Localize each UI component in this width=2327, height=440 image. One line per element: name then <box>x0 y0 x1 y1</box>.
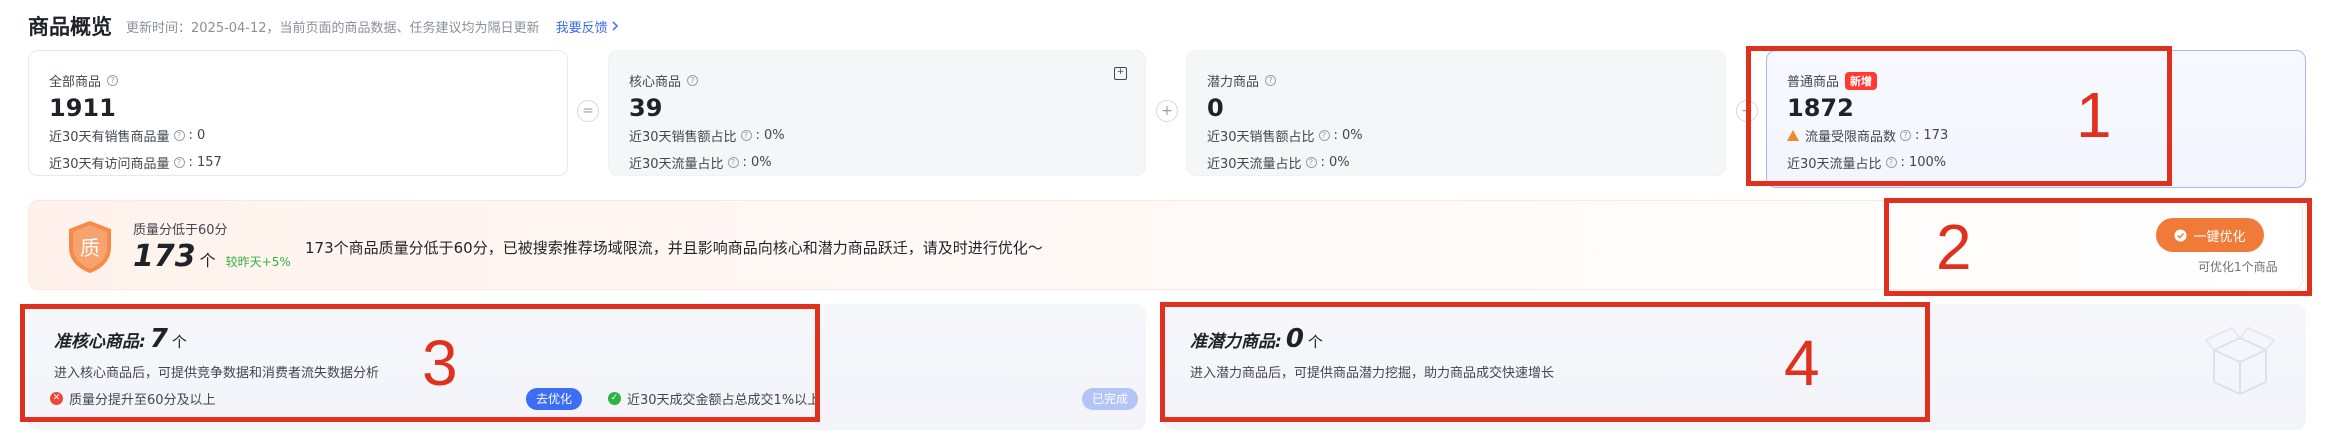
row-value: 0% <box>750 155 772 170</box>
empty-box-illustration <box>2204 326 2276 396</box>
help-icon[interactable]: ? <box>173 130 185 141</box>
quality-count: 173 个 较昨天+5% <box>133 239 291 274</box>
quality-delta: 较昨天+5% <box>225 255 291 269</box>
card-row: 近30天流量占比 ? : 0% <box>629 155 772 172</box>
row-label: 近30天销售额占比 <box>629 130 737 145</box>
annotation-number-2: 2 <box>1936 211 1972 283</box>
card-label-text: 潜力商品 <box>1207 75 1260 90</box>
row-value: 157 <box>196 155 222 170</box>
feedback-link[interactable]: 我要反馈 <box>556 17 619 36</box>
row-value: 0% <box>763 128 785 143</box>
card-potential-products[interactable]: 潜力商品 ? 0 近30天销售额占比 ? : 0% 近30天流量占比 ? : 0… <box>1186 50 1726 176</box>
update-time-text: 更新时间：2025-04-12，当前页面的商品数据、任务建议均为隔日更新 <box>126 20 540 36</box>
card-label: 核心商品 ? <box>629 71 1125 90</box>
completed-badge: 已完成 <box>1082 388 1139 410</box>
card-row: 近30天有销售商品量 ? : 0 <box>49 128 206 145</box>
help-icon[interactable]: ? <box>1318 130 1330 141</box>
card-row: 近30天销售额占比 ? : 0% <box>629 128 785 145</box>
annotation-number-1: 1 <box>2076 79 2112 151</box>
row-label: 近30天有访问商品量 <box>49 157 170 172</box>
chevron-right-icon <box>612 21 618 31</box>
card-all-products[interactable]: 全部商品 ? 1911 近30天有销售商品量 ? : 0 近30天有访问商品量 … <box>28 50 568 176</box>
card-label: 潜力商品 ? <box>1207 71 1705 90</box>
card-value: 0 <box>1207 94 1224 122</box>
help-icon[interactable]: ? <box>727 157 739 168</box>
shield-char: 质 <box>80 236 100 260</box>
row-label: 近30天流量占比 <box>1207 157 1302 172</box>
quality-count-unit: 个 <box>199 251 216 270</box>
help-icon[interactable]: ? <box>1265 75 1277 86</box>
help-icon[interactable]: ? <box>687 75 699 86</box>
help-icon[interactable]: ? <box>1305 157 1317 168</box>
card-label: 全部商品 ? <box>49 71 547 90</box>
card-row: 近30天销售额占比 ? : 0% <box>1207 128 1363 145</box>
row-value: 0% <box>1328 155 1350 170</box>
row-label: 近30天流量占比 <box>629 157 724 172</box>
annotation-box-3 <box>20 304 820 422</box>
help-icon[interactable]: ? <box>107 75 119 86</box>
row-value: 0 <box>196 128 206 143</box>
row-label: 近30天销售额占比 <box>1207 130 1315 145</box>
quality-label: 质量分低于60分 <box>133 223 228 238</box>
card-row: 近30天有访问商品量 ? : 157 <box>49 155 222 172</box>
page-title: 商品概览 <box>28 15 112 39</box>
help-icon[interactable]: ? <box>173 157 185 168</box>
card-value: 1911 <box>49 94 116 122</box>
card-core-products[interactable]: 核心商品 ? + 39 近30天销售额占比 ? : 0% 近30天流量占比 ? … <box>608 50 1146 176</box>
row-value: 0% <box>1341 128 1363 143</box>
expand-icon[interactable]: + <box>1114 67 1127 80</box>
help-icon[interactable]: ? <box>740 130 752 141</box>
card-label-text: 核心商品 <box>629 75 682 90</box>
card-label-text: 全部商品 <box>49 75 102 90</box>
page-header: 商品概览 更新时间：2025-04-12，当前页面的商品数据、任务建议均为隔日更… <box>28 10 619 42</box>
feedback-label: 我要反馈 <box>555 20 608 36</box>
quality-description: 173个商品质量分低于60分，已被搜索推荐场域限流，并且影响商品向核心和潜力商品… <box>305 239 1043 257</box>
equals-operator: = <box>577 100 599 122</box>
annotation-number-4: 4 <box>1784 327 1820 399</box>
card-row: 近30天流量占比 ? : 0% <box>1207 155 1350 172</box>
card-value: 39 <box>629 94 663 122</box>
annotation-number-3: 3 <box>422 327 458 399</box>
plus-operator: + <box>1156 100 1178 122</box>
quality-shield-icon: 质 <box>69 221 111 273</box>
quality-count-number: 173 <box>133 239 196 274</box>
row-label: 近30天有销售商品量 <box>49 130 170 145</box>
